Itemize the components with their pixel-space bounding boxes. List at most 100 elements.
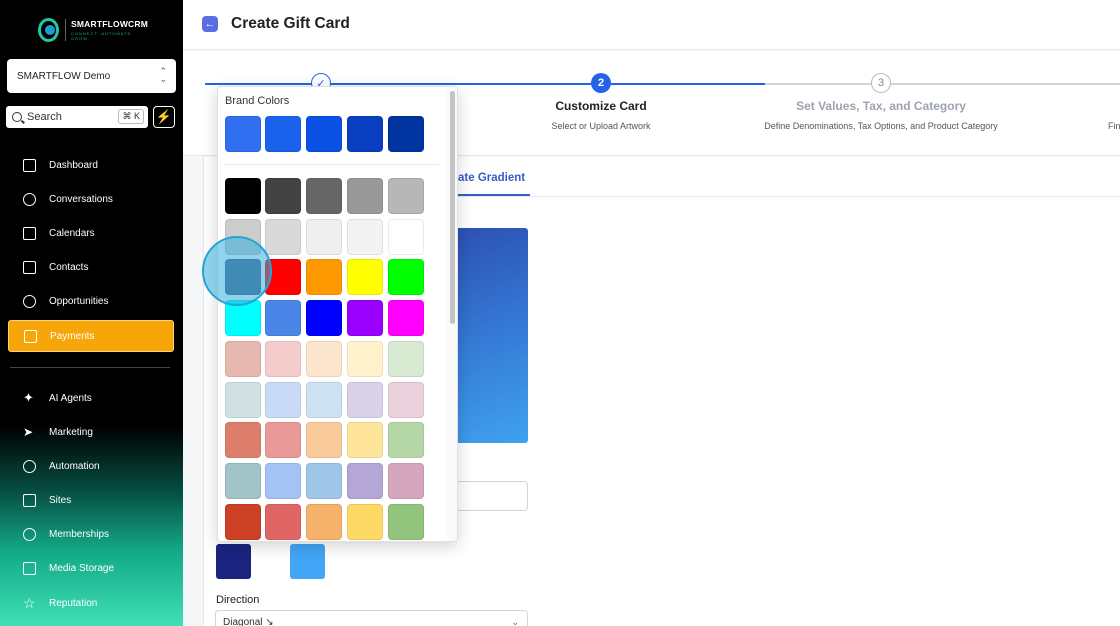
palette-color-swatch[interactable]: [265, 381, 301, 418]
palette-color-swatch[interactable]: [347, 300, 383, 337]
stepper-pending-line: [765, 83, 1120, 85]
palette-color-swatch[interactable]: [306, 178, 342, 214]
palette-color-swatch[interactable]: [388, 503, 424, 540]
palette-color-swatch[interactable]: [265, 178, 301, 214]
palette-color-swatch[interactable]: [388, 178, 424, 214]
sidebar-item-label: Memberships: [49, 528, 110, 540]
palette-color-swatch[interactable]: [265, 300, 301, 337]
palette-color-swatch[interactable]: [265, 422, 301, 459]
palette-color-swatch[interactable]: [265, 340, 301, 377]
palette-color-swatch[interactable]: [225, 422, 261, 459]
search-shortcut: ⌘ K: [118, 109, 144, 124]
step-2-number[interactable]: 2: [591, 73, 611, 93]
direction-value: Diagonal ↘: [223, 617, 274, 626]
palette-color-swatch[interactable]: [306, 381, 342, 418]
sidebar-item-automation[interactable]: Automation: [8, 450, 174, 482]
palette-color-swatch[interactable]: [225, 178, 261, 214]
palette-color-swatch[interactable]: [388, 340, 424, 377]
brand-logo[interactable]: SMARTFLOWCRM CONNECT. AUTOMATE. GROW.: [38, 14, 148, 46]
palette-color-swatch[interactable]: [347, 178, 383, 214]
palette-color-swatch[interactable]: [265, 503, 301, 540]
sidebar-item-label: Dashboard: [49, 159, 98, 171]
step-3-subtitle: Define Denominations, Tax Options, and P…: [764, 121, 998, 131]
palette-color-swatch[interactable]: [388, 381, 424, 418]
gradient-end-swatch[interactable]: [290, 544, 325, 579]
sidebar-item-media-storage[interactable]: Media Storage: [8, 552, 174, 584]
opportunities-icon: [23, 294, 36, 308]
palette-color-swatch[interactable]: [306, 422, 342, 459]
palette-color-swatch[interactable]: [388, 462, 424, 499]
ai-agents-icon: ✦: [23, 389, 34, 405]
palette-color-swatch[interactable]: [347, 259, 383, 296]
sidebar-item-label: AI Agents: [49, 392, 92, 404]
back-arrow-icon[interactable]: ←: [202, 16, 218, 32]
palette-color-swatch[interactable]: [225, 340, 261, 377]
sidebar-item-calendars[interactable]: Calendars: [8, 217, 174, 249]
palette-color-swatch[interactable]: [347, 503, 383, 540]
picker-scrollbar-thumb[interactable]: [450, 91, 455, 324]
sidebar-item-conversations[interactable]: Conversations: [8, 183, 174, 215]
brand-color-swatch[interactable]: [225, 116, 261, 152]
palette-color-swatch[interactable]: [225, 503, 261, 540]
sidebar-item-sites[interactable]: Sites: [8, 484, 174, 516]
sidebar-item-memberships[interactable]: Memberships: [8, 518, 174, 550]
palette-color-swatch[interactable]: [388, 422, 424, 459]
page-header: ← Create Gift Card: [183, 0, 1120, 50]
search-icon: [12, 112, 22, 122]
palette-color-swatch[interactable]: [306, 462, 342, 499]
sidebar-item-contacts[interactable]: Contacts: [8, 251, 174, 283]
palette-color-swatch[interactable]: [388, 218, 424, 255]
sidebar-item-label: Opportunities: [49, 295, 109, 307]
send-icon: ➤: [23, 424, 34, 439]
account-switcher[interactable]: SMARTFLOW Demo ⌃ ⌄: [7, 59, 176, 93]
step-2-subtitle: Select or Upload Artwork: [551, 121, 651, 131]
quick-action-bolt-icon[interactable]: ⚡: [153, 106, 175, 128]
palette-color-swatch[interactable]: [347, 381, 383, 418]
sidebar-item-label: Payments: [50, 330, 95, 342]
brand-name: SMARTFLOWCRM: [71, 19, 148, 29]
sites-icon: [23, 493, 36, 507]
step-3-number[interactable]: 3: [871, 73, 891, 93]
contacts-icon: [23, 260, 36, 274]
direction-label: Direction: [216, 594, 260, 606]
brand-color-swatch[interactable]: [388, 116, 424, 152]
brand-color-swatch[interactable]: [265, 116, 301, 152]
step-4-subtitle: Fin: [1108, 121, 1120, 131]
palette-color-swatch[interactable]: [225, 381, 261, 418]
gradient-text-input[interactable]: [456, 481, 528, 511]
sidebar-item-payments[interactable]: Payments: [8, 320, 174, 352]
color-picker-popover: Brand Colors: [217, 86, 458, 542]
sidebar-item-label: Media Storage: [49, 562, 115, 574]
palette-color-swatch[interactable]: [347, 340, 383, 377]
palette-color-swatch[interactable]: [306, 218, 342, 255]
sidebar-item-dashboard[interactable]: Dashboard: [8, 149, 174, 181]
palette-color-swatch[interactable]: [306, 259, 342, 296]
logo-icon: [38, 18, 59, 42]
direction-select[interactable]: Diagonal ↘ ⌄: [215, 610, 528, 626]
gradient-preview: [456, 228, 528, 443]
star-icon: ☆: [23, 594, 36, 611]
sidebar-item-reputation[interactable]: ☆ Reputation: [8, 587, 174, 619]
palette-color-swatch[interactable]: [347, 422, 383, 459]
sidebar-item-marketing[interactable]: ➤ Marketing: [8, 416, 174, 448]
palette-color-swatch[interactable]: [388, 259, 424, 296]
palette-color-swatch[interactable]: [225, 462, 261, 499]
dashboard-icon: [23, 158, 36, 172]
page-title: Create Gift Card: [231, 15, 350, 32]
gradient-start-swatch[interactable]: [216, 544, 251, 579]
palette-color-swatch[interactable]: [347, 218, 383, 255]
palette-color-swatch[interactable]: [388, 300, 424, 337]
palette-color-swatch[interactable]: [306, 340, 342, 377]
palette-color-swatch[interactable]: [306, 300, 342, 337]
brand-color-swatch[interactable]: [347, 116, 383, 152]
palette-color-swatch[interactable]: [265, 218, 301, 255]
search-input[interactable]: Search ⌘ K: [6, 106, 148, 128]
stepper-progress-line: [205, 83, 765, 85]
palette-color-swatch[interactable]: [347, 462, 383, 499]
tab-create-gradient[interactable]: ate Gradient: [458, 172, 525, 184]
sidebar-item-ai-agents[interactable]: ✦ AI Agents: [8, 382, 174, 414]
sidebar-item-opportunities[interactable]: Opportunities: [8, 285, 174, 317]
palette-color-swatch[interactable]: [306, 503, 342, 540]
palette-color-swatch[interactable]: [265, 462, 301, 499]
brand-color-swatch[interactable]: [306, 116, 342, 152]
